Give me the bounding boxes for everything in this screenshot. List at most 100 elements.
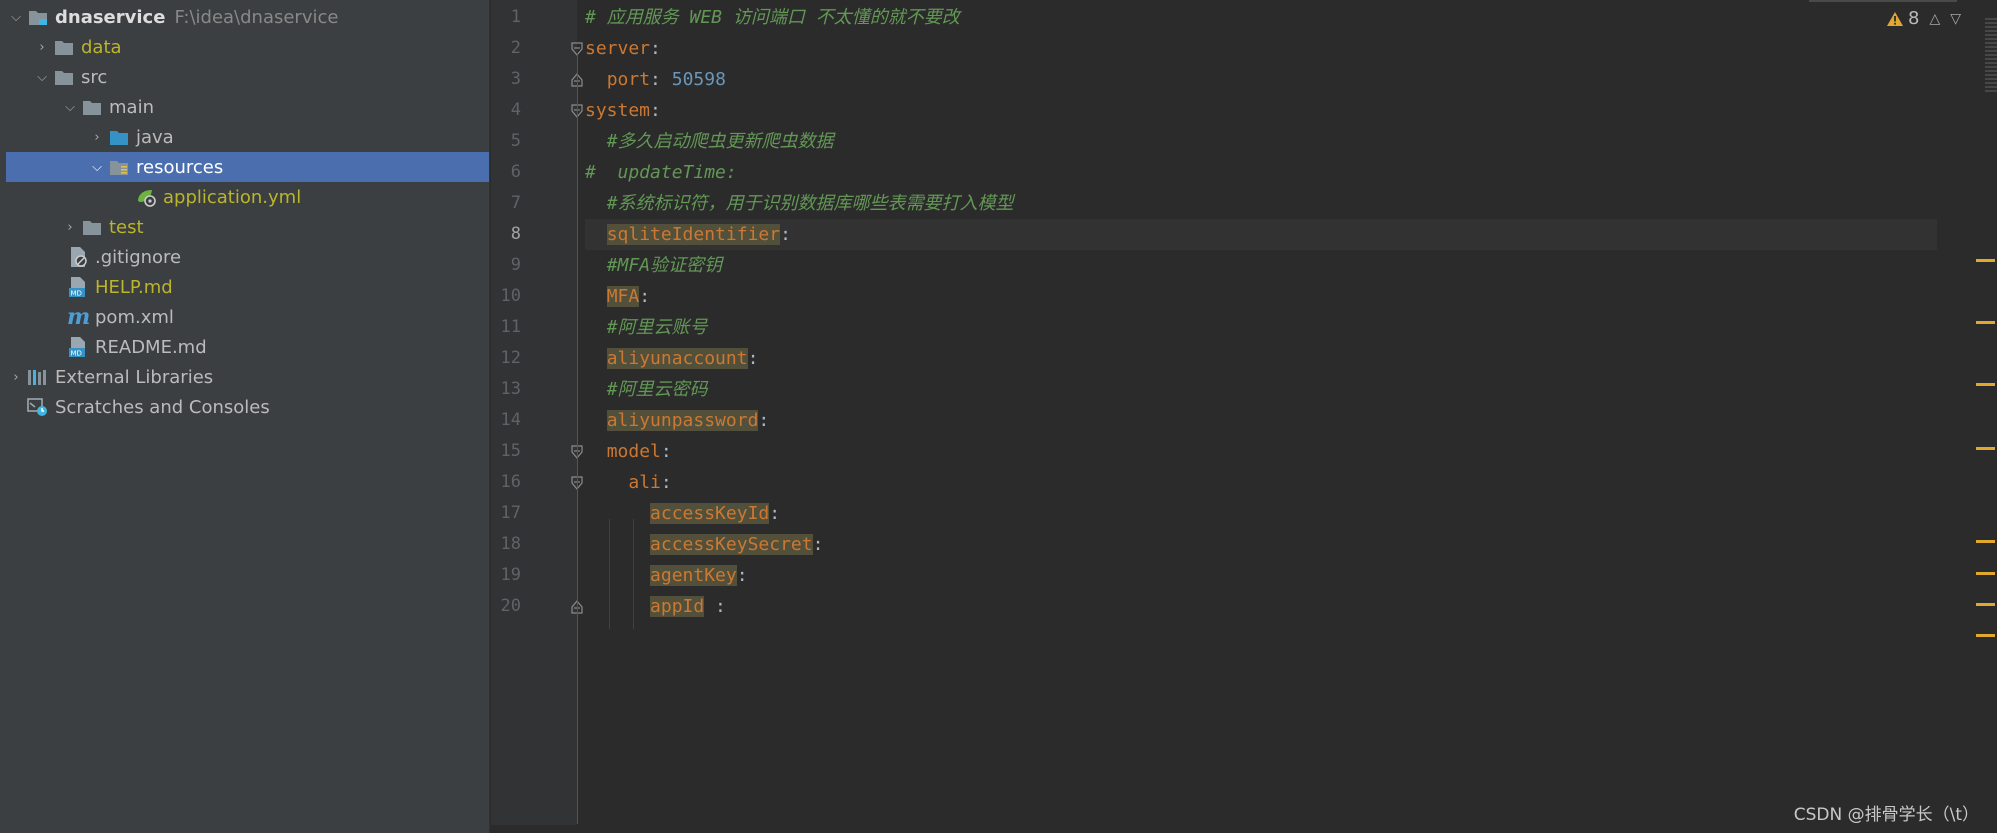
warning-stripe-mark[interactable] bbox=[1976, 634, 1995, 637]
line-number: 20 bbox=[500, 596, 521, 616]
code-line-15[interactable]: model: bbox=[585, 436, 1937, 467]
warning-stripe-mark[interactable] bbox=[1976, 259, 1995, 262]
folder-icon bbox=[52, 32, 76, 62]
code-line-13[interactable]: #阿里云密码 bbox=[585, 374, 1937, 405]
warning-triangle-icon bbox=[1886, 11, 1903, 26]
yaml-comment: #多久启动爬虫更新爬虫数据 bbox=[606, 131, 834, 152]
tree-item-label: resources bbox=[136, 156, 224, 178]
yaml-colon: : bbox=[650, 100, 661, 121]
warning-stripe-mark[interactable] bbox=[1976, 540, 1995, 543]
tree-item-main[interactable]: ⌵ main bbox=[6, 92, 489, 122]
chevron-up-icon[interactable]: △ bbox=[1929, 11, 1940, 27]
tree-item-dnaservice[interactable]: ⌵ dnaservice F:\idea\dnaservice bbox=[6, 2, 489, 32]
code-line-12[interactable]: aliyunaccount: bbox=[585, 343, 1937, 374]
tree-item-gitignore[interactable]: .gitignore bbox=[6, 242, 489, 272]
code-line-8-current[interactable]: sqliteIdentifier: bbox=[585, 219, 1937, 250]
tree-item-application-yml[interactable]: application.yml bbox=[6, 182, 489, 212]
horizontal-scrollbar[interactable] bbox=[491, 825, 1997, 833]
tree-item-help-md[interactable]: MD HELP.md bbox=[6, 272, 489, 302]
line-number: 5 bbox=[510, 131, 521, 151]
line-number: 11 bbox=[500, 317, 521, 337]
code-line-19[interactable]: agentKey: bbox=[585, 560, 1937, 591]
tree-item-label: application.yml bbox=[163, 186, 302, 208]
tree-item-data[interactable]: › data bbox=[6, 32, 489, 62]
scroll-thumb[interactable] bbox=[1985, 18, 1997, 94]
warning-stripe-mark[interactable] bbox=[1976, 603, 1995, 606]
source-folder-icon bbox=[107, 122, 131, 152]
code-line-3[interactable]: port: 50598 bbox=[585, 64, 1937, 95]
inspection-widget[interactable]: 8 △ ▽ bbox=[1886, 8, 1961, 29]
code-line-4[interactable]: system: bbox=[585, 95, 1937, 126]
spring-config-file-icon bbox=[134, 182, 158, 212]
warning-stripe-mark[interactable] bbox=[1976, 321, 1995, 324]
code-line-11[interactable]: #阿里云账号 bbox=[585, 312, 1937, 343]
code-line-9[interactable]: #MFA验证密钥 bbox=[585, 250, 1937, 281]
chevron-right-icon[interactable]: › bbox=[87, 122, 107, 152]
tree-item-java[interactable]: › java bbox=[6, 122, 489, 152]
tree-item-external-libraries[interactable]: › External Libraries bbox=[6, 362, 489, 392]
tree-item-label: README.md bbox=[95, 336, 207, 358]
line-number: 4 bbox=[510, 100, 521, 120]
yaml-colon: : bbox=[758, 410, 770, 431]
yaml-key: port bbox=[606, 69, 651, 90]
line-number: 16 bbox=[500, 472, 521, 492]
warning-count: 8 bbox=[1907, 8, 1920, 29]
code-line-18[interactable]: accessKeySecret: bbox=[585, 529, 1937, 560]
chevron-down-icon[interactable]: ⌵ bbox=[60, 92, 80, 122]
warning-stripe-mark[interactable] bbox=[1976, 572, 1995, 575]
code-editor[interactable]: 1 2 3 4 5 6 7 8 9 10 11 12 13 14 15 16 1… bbox=[491, 0, 1997, 833]
code-line-7[interactable]: #系统标识符，用于识别数据库哪些表需要打入模型 bbox=[585, 188, 1937, 219]
tree-item-readme-md[interactable]: MD README.md bbox=[6, 332, 489, 362]
line-number-gutter[interactable]: 1 2 3 4 5 6 7 8 9 10 11 12 13 14 15 16 1… bbox=[491, 0, 583, 833]
code-line-16[interactable]: ali: bbox=[585, 467, 1937, 498]
svg-text:m: m bbox=[67, 307, 89, 327]
line-number: 12 bbox=[500, 348, 521, 368]
code-line-6[interactable]: # updateTime: bbox=[585, 157, 1937, 188]
chevron-right-icon[interactable]: › bbox=[6, 362, 26, 392]
markdown-file-icon: MD bbox=[66, 332, 90, 362]
code-line-2[interactable]: server: bbox=[585, 33, 1937, 64]
chevron-down-icon[interactable]: ⌵ bbox=[6, 2, 26, 32]
tree-item-label: main bbox=[109, 96, 154, 118]
yaml-colon: : bbox=[650, 69, 661, 90]
warning-stripe-mark[interactable] bbox=[1976, 383, 1995, 386]
code-line-10[interactable]: MFA: bbox=[585, 281, 1937, 312]
yaml-key-warning: aliyunaccount bbox=[606, 348, 748, 369]
tree-item-resources[interactable]: ⌵ resources bbox=[6, 152, 489, 182]
scratches-icon bbox=[26, 392, 50, 422]
code-line-14[interactable]: aliyunpassword: bbox=[585, 405, 1937, 436]
tree-item-label: dnaservice bbox=[55, 6, 166, 28]
error-stripe[interactable] bbox=[1976, 0, 1997, 833]
yaml-colon: : bbox=[650, 38, 661, 59]
folder-icon bbox=[80, 212, 104, 242]
yaml-key-warning: MFA bbox=[606, 286, 640, 307]
line-number: 19 bbox=[500, 565, 521, 585]
tree-item-pom-xml[interactable]: m pom.xml bbox=[6, 302, 489, 332]
chevron-right-icon[interactable]: › bbox=[32, 32, 52, 62]
yaml-key-warning: accessKeyId bbox=[650, 503, 770, 524]
tree-item-label: src bbox=[81, 66, 108, 88]
warning-indicator[interactable]: 8 bbox=[1886, 8, 1919, 29]
chevron-down-icon[interactable]: ⌵ bbox=[32, 62, 52, 92]
code-line-5[interactable]: #多久启动爬虫更新爬虫数据 bbox=[585, 126, 1937, 157]
tree-item-scratches[interactable]: Scratches and Consoles bbox=[6, 392, 489, 422]
yaml-key-warning: agentKey bbox=[650, 565, 737, 586]
line-number: 2 bbox=[510, 38, 521, 58]
line-number: 1 bbox=[510, 7, 521, 27]
tree-item-test[interactable]: › test bbox=[6, 212, 489, 242]
ide-window: ⌵ dnaservice F:\idea\dnaservice › data ⌵… bbox=[0, 0, 1997, 833]
svg-text:MD: MD bbox=[71, 290, 82, 298]
line-number: 18 bbox=[500, 534, 521, 554]
tree-item-label: .gitignore bbox=[95, 246, 182, 268]
chevron-down-icon[interactable]: ▽ bbox=[1950, 11, 1961, 27]
project-path: F:\idea\dnaservice bbox=[174, 6, 339, 28]
code-line-17[interactable]: accessKeyId: bbox=[585, 498, 1937, 529]
chevron-down-icon[interactable]: ⌵ bbox=[87, 152, 107, 182]
warning-stripe-mark[interactable] bbox=[1976, 447, 1995, 450]
chevron-right-icon[interactable]: › bbox=[60, 212, 80, 242]
tree-item-src[interactable]: ⌵ src bbox=[6, 62, 489, 92]
project-tree: ⌵ dnaservice F:\idea\dnaservice › data ⌵… bbox=[0, 0, 490, 833]
code-line-1[interactable]: # 应用服务 WEB 访问端口 不太懂的就不要改 bbox=[585, 2, 1937, 33]
code-line-20[interactable]: appId : bbox=[585, 591, 1937, 622]
line-number: 3 bbox=[510, 69, 521, 89]
